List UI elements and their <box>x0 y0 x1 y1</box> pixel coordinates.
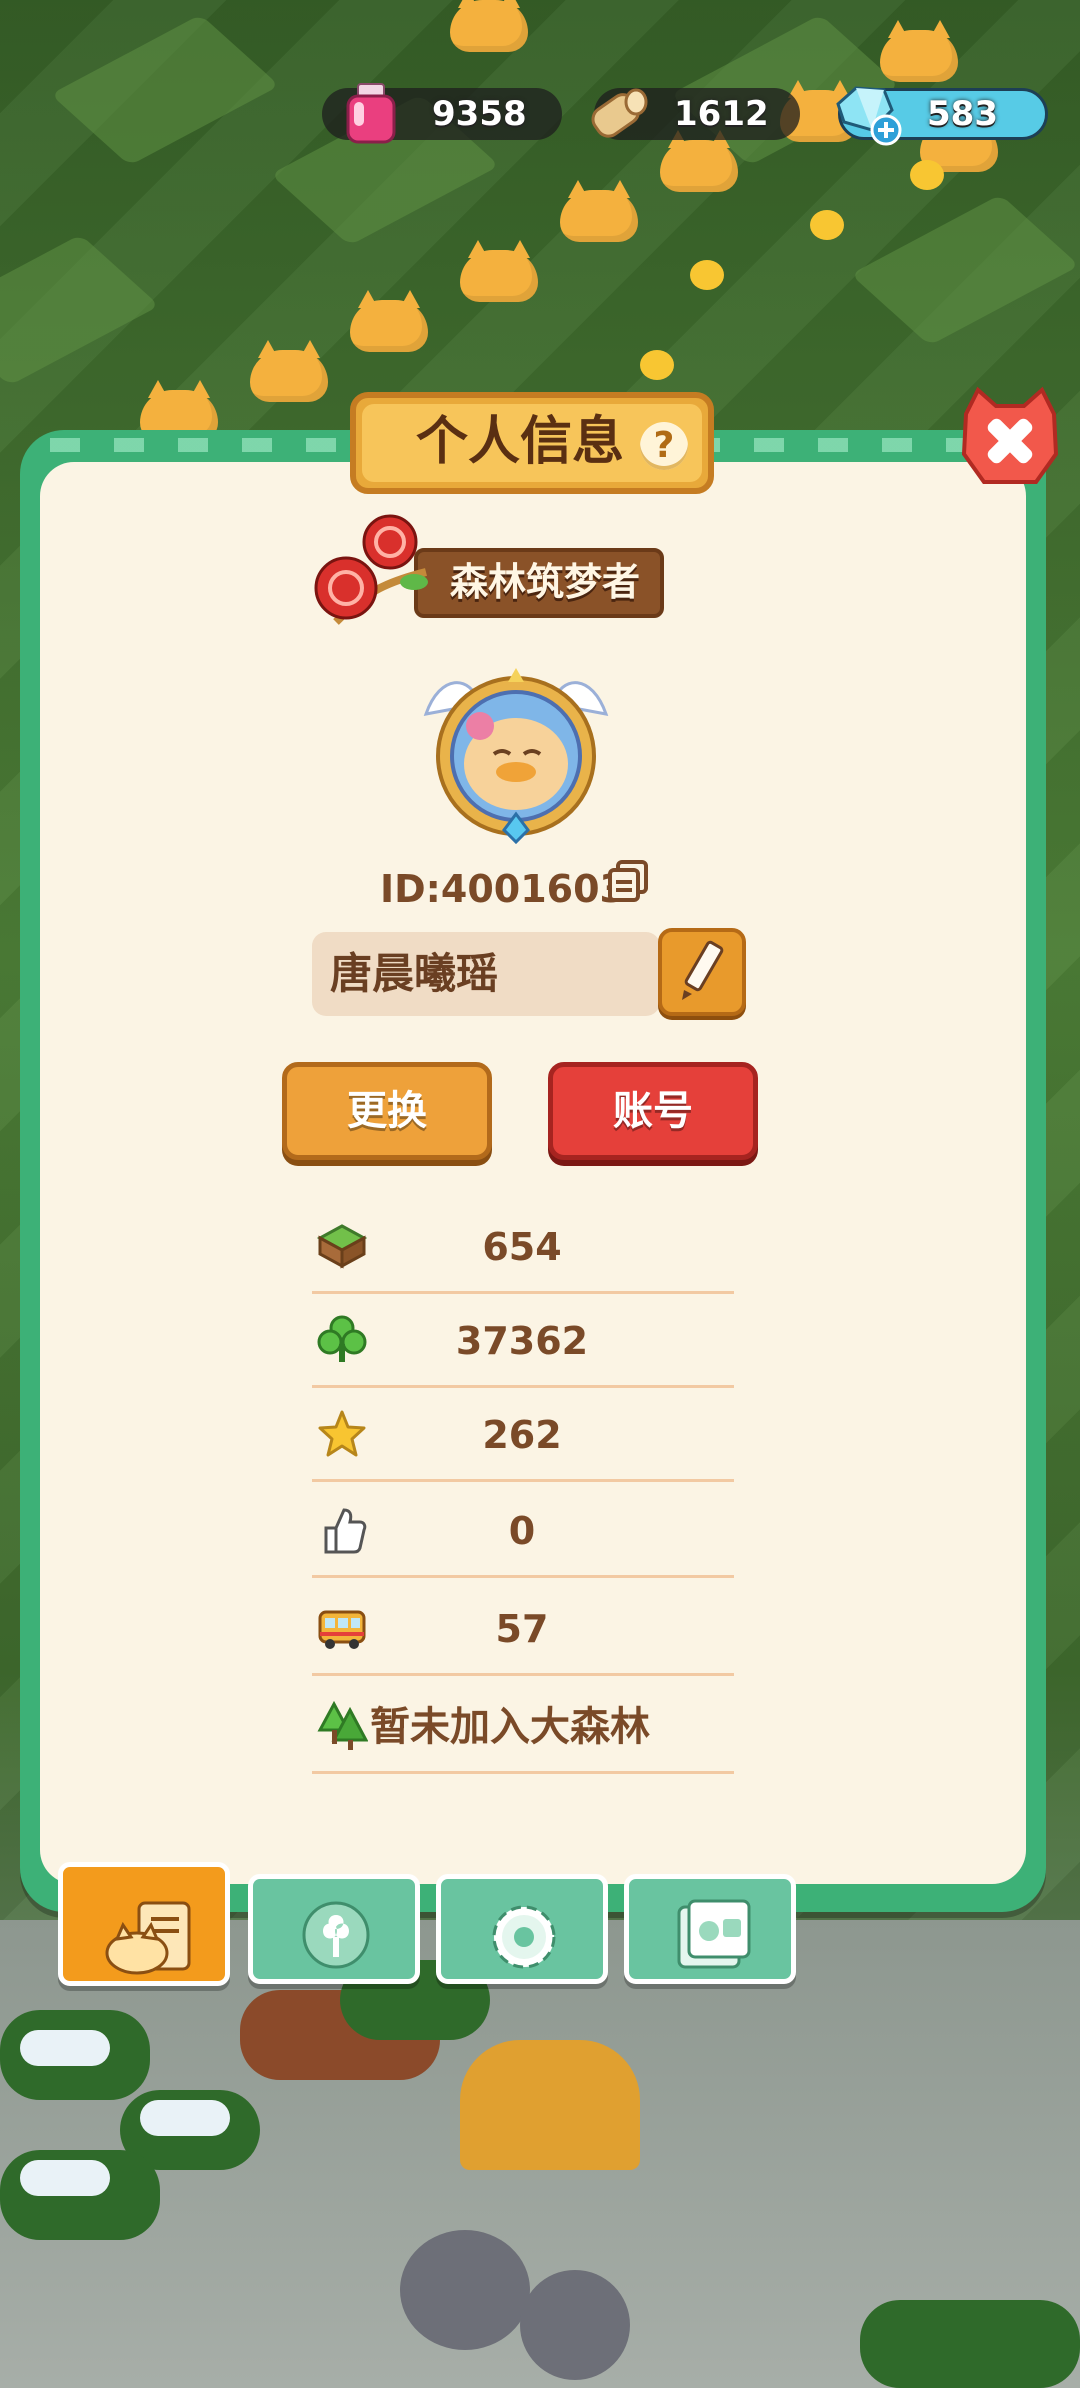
gear-icon <box>492 1905 556 1969</box>
stat-row-land: 654 <box>312 1200 734 1294</box>
panel-title-plaque: 个人信息 ? <box>350 392 714 494</box>
clover-icon <box>317 1315 367 1362</box>
stat-row-bus: 57 <box>312 1582 734 1676</box>
stat-value: 654 <box>482 1225 562 1269</box>
rank-title: 森林筑梦者 <box>449 560 640 604</box>
pencil-icon <box>682 940 724 1000</box>
settings-tab[interactable] <box>436 1874 608 1984</box>
pink-potion-icon <box>346 83 396 144</box>
stat-row-clover: 37362 <box>312 1294 734 1388</box>
forest-status-row[interactable]: 暂未加入大森林 <box>312 1680 734 1774</box>
player-name: 唐晨曦瑶 <box>330 949 499 998</box>
flower-badge-icon <box>302 1901 370 1969</box>
rose-emblem-icon <box>314 514 428 625</box>
stat-row-likes: 0 <box>312 1484 734 1578</box>
wood-log-icon <box>591 88 648 138</box>
badge-tab[interactable] <box>248 1874 420 1984</box>
profile-tab[interactable] <box>58 1862 230 1986</box>
forest-trees-icon <box>317 1700 368 1750</box>
star-icon <box>318 1410 366 1457</box>
land-block-icon <box>316 1224 368 1269</box>
bus-icon <box>318 1610 366 1649</box>
blue-gem-plus-icon[interactable] <box>832 82 906 148</box>
stat-row-star: 262 <box>312 1388 734 1482</box>
stat-value: 262 <box>482 1413 562 1457</box>
change-avatar-button[interactable]: 更换 <box>282 1062 492 1160</box>
edit-name-button[interactable] <box>658 928 746 1016</box>
panel-title: 个人信息 <box>416 412 625 472</box>
wood-count: 1612 <box>674 94 769 134</box>
gem-count: 583 <box>927 94 998 134</box>
stat-value: 57 <box>495 1607 549 1651</box>
photo-album-icon <box>677 1899 751 1969</box>
thumbs-up-icon <box>324 1508 367 1554</box>
player-id: ID:4001603 <box>380 867 626 911</box>
potion-count: 9358 <box>432 94 527 134</box>
stat-value: 0 <box>508 1509 536 1553</box>
avatar[interactable] <box>420 664 612 844</box>
stat-value: 37362 <box>455 1319 589 1363</box>
forest-status: 暂未加入大森林 <box>370 1704 650 1750</box>
cat-note-icon <box>105 1901 191 1975</box>
help-icon[interactable]: ? <box>640 422 688 470</box>
album-tab[interactable] <box>624 1874 796 1984</box>
account-button[interactable]: 账号 <box>548 1062 758 1160</box>
copy-icon[interactable] <box>606 860 650 904</box>
close-button[interactable] <box>956 384 1064 492</box>
